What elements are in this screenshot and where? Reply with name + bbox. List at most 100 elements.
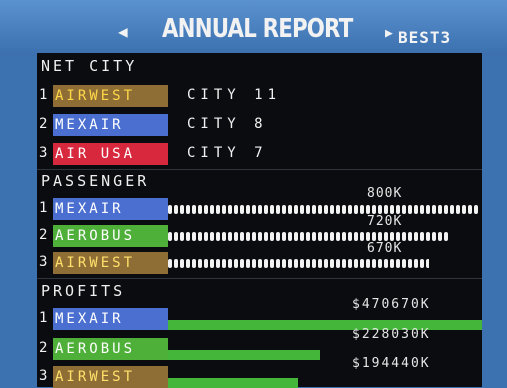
passenger-bar-segment — [228, 259, 232, 268]
passenger-value: 800K — [367, 186, 403, 201]
passenger-bar-segment — [222, 259, 226, 268]
passenger-bar-segment — [372, 205, 376, 214]
passenger-bar-segment — [438, 232, 442, 241]
passenger-bar-segment — [204, 259, 208, 268]
passenger-bar-segment — [474, 205, 478, 214]
passenger-bar-segment — [216, 259, 220, 268]
passenger-bar-segment — [390, 232, 394, 241]
passenger-bar-segment — [246, 205, 250, 214]
passenger-bar-segment — [186, 232, 190, 241]
passenger-bar-segment — [186, 259, 190, 268]
passenger-bar-segment — [168, 259, 172, 268]
rank-number: 1 — [39, 87, 48, 103]
passenger-bar-segment — [378, 259, 382, 268]
city-count: CITY 8 — [187, 116, 268, 132]
profit-bar — [168, 320, 482, 330]
rank-number: 1 — [39, 200, 48, 216]
passenger-bar-segment — [204, 205, 208, 214]
passenger-bar-segment — [468, 205, 472, 214]
passenger-bar-segment — [342, 259, 346, 268]
city-count: CITY 7 — [187, 145, 268, 161]
next-page-arrow-icon[interactable]: ▶ — [385, 26, 393, 41]
passenger-bar-segment — [390, 259, 394, 268]
report-title: ANNUAL REPORT — [162, 14, 353, 44]
passenger-bar-segment — [234, 232, 238, 241]
passenger-bar-segment — [318, 259, 322, 268]
passenger-bar-segment — [306, 232, 310, 241]
passenger-bar-segment — [222, 232, 226, 241]
passenger-bar-segment — [444, 205, 448, 214]
passenger-bar-segment — [324, 205, 328, 214]
passenger-bar-segment — [324, 259, 328, 268]
passenger-bar-segment — [348, 259, 352, 268]
passenger-bar-segment — [408, 232, 412, 241]
passenger-bar-segment — [174, 232, 178, 241]
passenger-bar-segment — [300, 205, 304, 214]
passenger-bar-segment — [420, 232, 424, 241]
passenger-bar-segment — [270, 205, 274, 214]
passenger-bar-segment — [354, 205, 358, 214]
passenger-bar-segment — [360, 259, 364, 268]
passenger-bar-segment — [240, 259, 244, 268]
best-three-label: BEST3 — [398, 28, 452, 47]
passenger-bar-segment — [240, 205, 244, 214]
passenger-bar-segment — [414, 232, 418, 241]
passenger-value: 720K — [367, 214, 403, 229]
passenger-bar-segment — [342, 205, 346, 214]
passenger-bar-segment — [402, 259, 406, 268]
passenger-bar-segment — [342, 232, 346, 241]
passenger-bar-segment — [258, 205, 262, 214]
passenger-bar-segment — [336, 259, 340, 268]
passenger-bar-segment — [384, 259, 388, 268]
passenger-bar-segment — [168, 205, 172, 214]
passenger-bar-segment — [336, 205, 340, 214]
previous-page-arrow-icon[interactable]: ◀ — [118, 22, 128, 41]
passenger-bar-segment — [426, 205, 430, 214]
passenger-bar-segment — [198, 232, 202, 241]
airline-name-tag: MEXAIR — [53, 114, 168, 136]
report-header: ◀ ANNUAL REPORT ▶ BEST3 — [0, 0, 507, 56]
passenger-bar-segment — [276, 259, 280, 268]
passenger-bar-segment — [306, 205, 310, 214]
passenger-bar-segment — [276, 232, 280, 241]
passenger-bar-segment — [312, 205, 316, 214]
passenger-bar-segment — [396, 232, 400, 241]
passenger-bar-segment — [288, 232, 292, 241]
passenger-bar-segment — [444, 232, 448, 241]
passenger-bar — [168, 232, 448, 241]
passenger-bar-segment — [168, 232, 172, 241]
rank-number: 3 — [39, 145, 48, 161]
passenger-bar-segment — [414, 205, 418, 214]
airline-name-tag: AIRWEST — [53, 85, 168, 107]
passenger-bar-segment — [204, 232, 208, 241]
passenger-bar-segment — [402, 205, 406, 214]
passenger-bar-segment — [432, 205, 436, 214]
passenger-bar-segment — [216, 232, 220, 241]
passenger-bar-segment — [264, 205, 268, 214]
passenger-bar-segment — [198, 205, 202, 214]
passenger-bar-segment — [378, 205, 382, 214]
passenger-bar — [168, 259, 429, 268]
passenger-value: 670K — [367, 241, 403, 256]
passenger-bar-segment — [288, 205, 292, 214]
passenger-bar-segment — [396, 205, 400, 214]
passenger-bar-segment — [294, 232, 298, 241]
report-panel: NET CITY 1 AIRWEST CITY 11 2 MEXAIR CITY… — [37, 53, 482, 388]
rank-number: 2 — [39, 227, 48, 243]
passenger-bar-segment — [366, 259, 370, 268]
passenger-bar-segment — [450, 205, 454, 214]
profit-bar — [168, 350, 320, 360]
rank-number: 3 — [39, 368, 48, 384]
passenger-bar-segment — [282, 232, 286, 241]
passenger-bar-segment — [270, 232, 274, 241]
passenger-bar-segment — [240, 232, 244, 241]
passenger-bar-segment — [318, 205, 322, 214]
passenger-bar-segment — [360, 205, 364, 214]
airline-name-tag: AIR USA — [53, 143, 168, 165]
passenger-bar-segment — [396, 259, 400, 268]
net-city-heading: NET CITY — [41, 57, 138, 75]
passenger-bar-segment — [462, 205, 466, 214]
passenger-bar-segment — [348, 205, 352, 214]
passenger-bar-segment — [252, 232, 256, 241]
passenger-bar-segment — [312, 232, 316, 241]
